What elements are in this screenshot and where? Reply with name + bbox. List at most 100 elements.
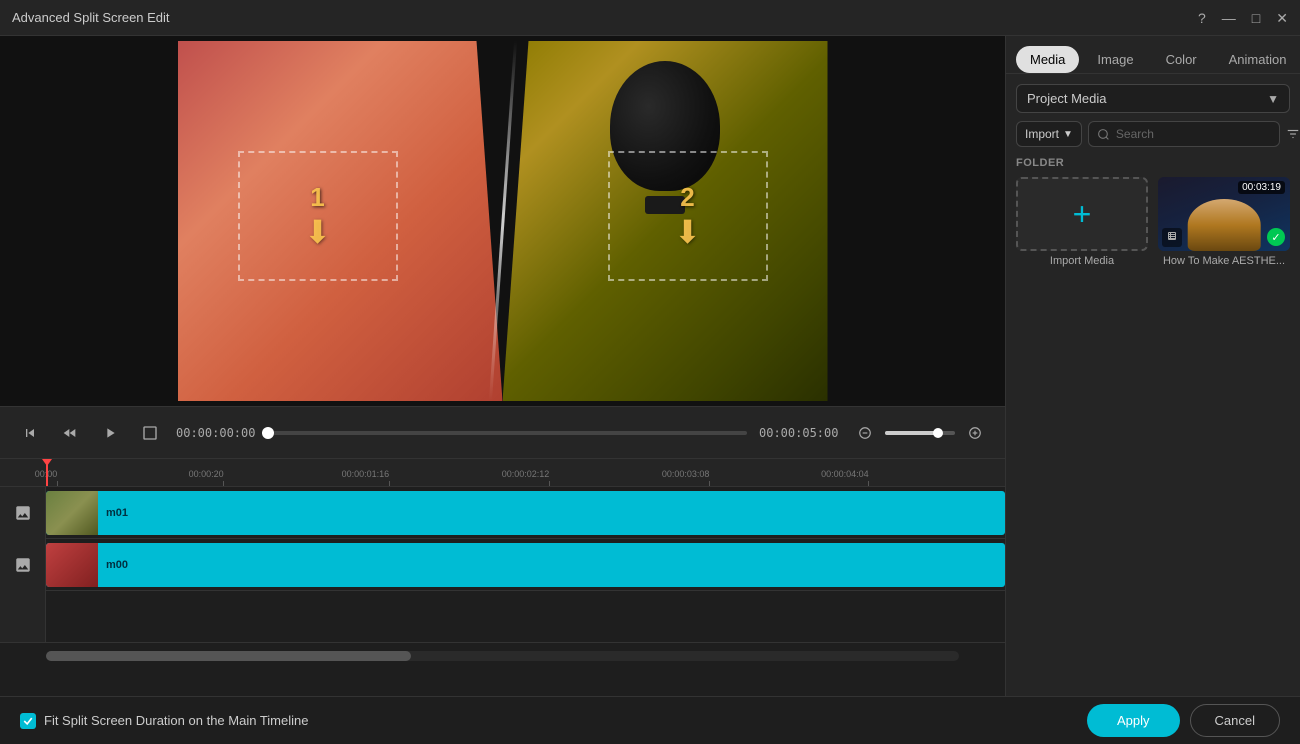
close-button[interactable]: ✕: [1276, 11, 1288, 25]
volume-slider[interactable]: [885, 431, 955, 435]
timeline-scrollbar[interactable]: [46, 651, 959, 661]
right-panel: Media Image Color Animation Project Medi…: [1005, 36, 1300, 696]
ruler-tick-0: 00:00: [46, 469, 69, 486]
import-button[interactable]: Import ▼: [1016, 121, 1082, 147]
preview-area: 1 ⬇ 2 ⬇: [0, 36, 1005, 406]
track-row-1: m01: [0, 487, 1005, 539]
media-item-import[interactable]: + Import Media: [1016, 177, 1148, 267]
progress-thumb[interactable]: [262, 427, 274, 439]
track-clip-label-2: m00: [106, 559, 128, 571]
title-bar-left: Advanced Split Screen Edit: [12, 10, 170, 25]
split-preview: 1 ⬇ 2 ⬇: [178, 41, 828, 401]
search-icon: [1097, 128, 1110, 141]
source-dropdown[interactable]: Project Media ▼: [1016, 84, 1290, 113]
ruler-tick-5: 00:00:04:04: [845, 469, 893, 486]
ruler-tick-3: 00:00:02:12: [526, 469, 574, 486]
playback-controls: 00:00:00:00 00:00:05:00: [0, 406, 1005, 458]
track-2-icon: [0, 539, 46, 591]
timeline-ruler: 00:00 00:00:20 00:00:01:16 00:00:02:12: [0, 459, 1005, 487]
import-media-label: Import Media: [1016, 255, 1148, 267]
help-button[interactable]: ?: [1198, 11, 1206, 25]
drop-zone-1[interactable]: 1 ⬇: [238, 151, 398, 281]
title-bar-controls: ? — □ ✕: [1198, 11, 1288, 25]
dropdown-chevron-icon: ▼: [1267, 92, 1279, 106]
ruler-tick-4: 00:00:03:08: [686, 469, 734, 486]
track-empty-content: [46, 591, 1005, 642]
progress-bar[interactable]: [268, 431, 747, 435]
tab-color[interactable]: Color: [1152, 46, 1211, 73]
tab-animation[interactable]: Animation: [1215, 46, 1300, 73]
tab-media[interactable]: Media: [1016, 46, 1079, 73]
frame-button[interactable]: [136, 419, 164, 447]
minimize-button[interactable]: —: [1222, 11, 1236, 25]
timeline-scrollbar-thumb[interactable]: [46, 651, 411, 661]
drop-zone-2[interactable]: 2 ⬇: [608, 151, 768, 281]
ruler-marks-container: 00:00 00:00:20 00:00:01:16 00:00:02:12: [46, 459, 1005, 486]
folder-label: FOLDER: [1016, 157, 1290, 169]
volume-fill: [885, 431, 938, 435]
bottom-bar: Fit Split Screen Duration on the Main Ti…: [0, 696, 1300, 744]
bottom-actions: Apply Cancel: [1087, 704, 1280, 737]
video-timestamp: 00:03:19: [1238, 181, 1285, 194]
title-bar: Advanced Split Screen Edit ? — □ ✕: [0, 0, 1300, 36]
playhead-indicator: [46, 459, 48, 486]
filmstrip-icon: [1162, 228, 1182, 247]
fit-duration-text: Fit Split Screen Duration on the Main Ti…: [44, 713, 308, 728]
drop-arrow-2: ⬇: [674, 213, 701, 251]
search-input[interactable]: [1116, 127, 1271, 141]
main-content: 1 ⬇ 2 ⬇: [0, 36, 1300, 696]
import-media-thumb[interactable]: +: [1016, 177, 1148, 251]
cancel-button[interactable]: Cancel: [1190, 704, 1280, 737]
track-row-2: m00: [0, 539, 1005, 591]
drop-zone-1-number: 1: [310, 182, 324, 213]
volume-thumb[interactable]: [933, 428, 943, 438]
media-grid: + Import Media: [1016, 177, 1290, 267]
track-clip-thumb-2: [46, 543, 98, 587]
track-clip-label-1: m01: [106, 507, 128, 519]
window-title: Advanced Split Screen Edit: [12, 10, 170, 25]
track-2-content[interactable]: m00: [46, 539, 1005, 591]
import-label: Import: [1025, 127, 1059, 141]
left-panel: 1 ⬇ 2 ⬇: [0, 36, 1005, 696]
drop-arrow-1: ⬇: [304, 213, 331, 251]
timeline-area: 00:00 00:00:20 00:00:01:16 00:00:02:12: [0, 458, 1005, 696]
current-time-display: 00:00:00:00: [176, 426, 256, 440]
track-clip-2[interactable]: m00: [46, 543, 1005, 587]
step-back-button[interactable]: [56, 419, 84, 447]
drop-zone-2-number: 2: [680, 182, 694, 213]
tab-image[interactable]: Image: [1083, 46, 1147, 73]
play-button[interactable]: [96, 419, 124, 447]
volume-increase-button[interactable]: [961, 419, 989, 447]
volume-area: [851, 419, 989, 447]
panel-tabs: Media Image Color Animation: [1006, 36, 1300, 74]
apply-button[interactable]: Apply: [1087, 704, 1180, 737]
video1-label: How To Make AESTHE...: [1158, 255, 1290, 267]
fit-duration-label[interactable]: Fit Split Screen Duration on the Main Ti…: [20, 713, 308, 729]
track-clip-1[interactable]: m01: [46, 491, 1005, 535]
video-thumb-1[interactable]: 00:03:19 ✓: [1158, 177, 1290, 251]
image-icon-2: [14, 556, 32, 574]
import-chevron-icon: ▼: [1063, 129, 1073, 140]
panel-content: Project Media ▼ Import ▼: [1006, 74, 1300, 696]
ruler-tick-2: 00:00:01:16: [365, 469, 413, 486]
track-clip-thumb-1: [46, 491, 98, 535]
checkbox-check-icon: [23, 716, 33, 726]
search-box[interactable]: [1088, 121, 1280, 147]
playhead-triangle: [42, 459, 52, 466]
media-item-video1[interactable]: 00:03:19 ✓ How To Make AESTHE...: [1158, 177, 1290, 267]
skip-back-button[interactable]: [16, 419, 44, 447]
source-dropdown-label: Project Media: [1027, 91, 1106, 106]
search-toolbar: Import ▼ ⋯: [1016, 121, 1290, 147]
image-icon-1: [14, 504, 32, 522]
import-plus-icon: +: [1073, 196, 1092, 233]
volume-decrease-button[interactable]: [851, 419, 879, 447]
video-presenter: [1188, 199, 1261, 251]
maximize-button[interactable]: □: [1252, 11, 1260, 25]
sort-icon: [1286, 127, 1300, 141]
ruler-tick-1: 00:00:20: [206, 469, 241, 486]
fit-duration-checkbox[interactable]: [20, 713, 36, 729]
track-row-empty: [0, 591, 1005, 643]
filter-sort-button[interactable]: [1286, 127, 1300, 141]
track-1-content[interactable]: m01: [46, 487, 1005, 539]
track-1-icon: [0, 487, 46, 539]
